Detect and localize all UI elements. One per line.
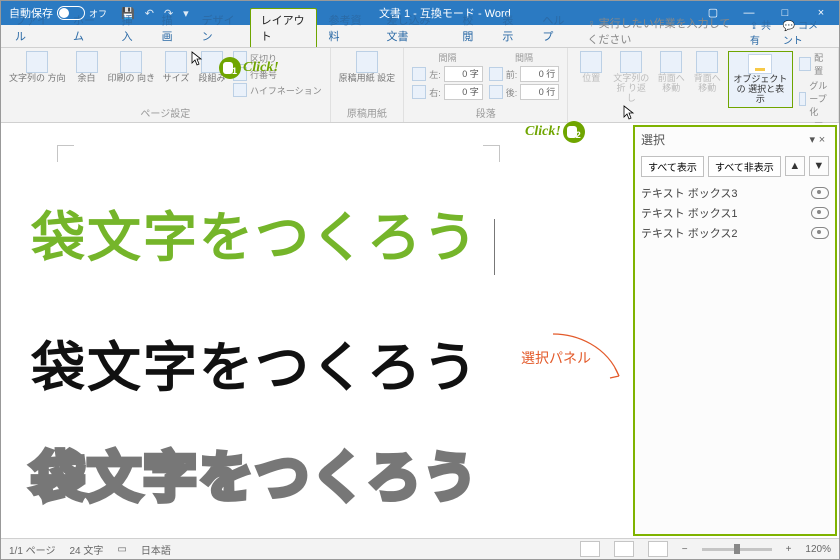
group-paragraph: 間隔 左:0 字 右:0 字 間隔 前:0 行 後:0 行 段落 [404,48,568,122]
tab-references[interactable]: 参考資料 [319,9,375,47]
comments-button[interactable]: 💬 コメント [783,17,827,47]
hyphenation-button[interactable]: ハイフネーション [233,83,322,97]
group-manuscript-paper: 原稿用紙 設定 原稿用紙 [331,48,405,122]
tab-mailings[interactable]: 差し込み文書 [376,9,450,47]
zoom-slider[interactable] [702,548,772,551]
ribbon-tabs: ファイル ホーム 挿入 描画 デザイン レイアウト 参考資料 差し込み文書 校閲… [1,25,839,48]
margin-corner-icon [483,145,500,162]
zoom-in-icon[interactable]: + [786,544,792,555]
selection-pane: 選択 ▾ × すべて表示 すべて非表示 ▲ ▼ テキスト ボックス3 テキスト … [633,125,837,536]
manuscript-paper-button[interactable]: 原稿用紙 設定 [339,51,396,84]
group-arrange: 位置 文字列の折 り返し 前面へ 移動 背面へ 移動 オブジェクトの 選択と表示… [568,48,839,122]
word-count[interactable]: 24 文字 [69,542,103,557]
bring-forward-button: 前面へ 移動 [656,51,686,94]
visibility-icon[interactable] [811,187,829,199]
selection-pane-button[interactable]: オブジェクトの 選択と表示 [728,51,792,108]
spacing-header: 間隔 [489,51,560,64]
wordart-black[interactable]: 袋文字をつくろう [31,323,479,402]
margin-corner-icon [57,145,74,162]
reorder-down-icon[interactable]: ▼ [809,156,829,176]
text-cursor [494,219,495,275]
annotation-click-1: 1 Click! [219,57,279,79]
mouse-icon: 1 [219,57,241,79]
panel-title: 選択 [641,131,809,148]
tab-layout[interactable]: レイアウト [250,8,317,47]
visibility-icon[interactable] [811,207,829,219]
document-area[interactable]: 袋文字をつくろう 袋文字をつくろう 袋文字をつくろう 選択パネル [1,123,633,538]
position-button: 位置 [576,51,606,84]
wordart-green[interactable]: 袋文字をつくろう [31,193,479,272]
share-button[interactable]: ⇪ 共有 [750,17,775,47]
send-backward-button: 背面へ 移動 [692,51,722,94]
print-layout-icon[interactable] [614,541,634,557]
margins-button[interactable]: 余白 [72,51,102,84]
tab-draw[interactable]: 描画 [152,9,190,47]
reorder-up-icon[interactable]: ▲ [785,156,805,176]
hide-all-button[interactable]: すべて非表示 [708,156,781,177]
wrap-text-button: 文字列の折 り返し [612,51,650,104]
size-button[interactable]: サイズ [161,51,191,84]
web-layout-icon[interactable] [648,541,668,557]
orientation-button[interactable]: 印刷の 向き [108,51,156,84]
ribbon: 文字列の 方向 余白 印刷の 向き サイズ 段組み 区切り 行番号 ハイフネーシ… [1,48,839,123]
group-page-setup: 文字列の 方向 余白 印刷の 向き サイズ 段組み 区切り 行番号 ハイフネーシ… [1,48,331,122]
indent-header: 間隔 [412,51,483,64]
show-all-button[interactable]: すべて表示 [641,156,704,177]
list-item[interactable]: テキスト ボックス2 [641,223,829,243]
align-button: 配置 [799,51,830,77]
tab-view[interactable]: 表示 [492,9,530,47]
tab-review[interactable]: 校閲 [452,9,490,47]
autosave-toggle[interactable] [57,6,85,20]
indent-right[interactable]: 右:0 字 [412,84,483,100]
text-direction-button[interactable]: 文字列の 方向 [9,51,66,84]
list-item[interactable]: テキスト ボックス1 [641,203,829,223]
tab-help[interactable]: ヘルプ [532,9,579,47]
annotation-label: 選択パネル [521,348,591,368]
list-item[interactable]: テキスト ボックス3 [641,183,829,203]
cursor-icon [191,51,203,67]
proofing-icon[interactable]: ▭ [117,544,126,555]
wordart-outline[interactable]: 袋文字をつくろう [31,433,479,512]
spacing-before[interactable]: 前:0 行 [489,66,560,82]
tab-file[interactable]: ファイル [5,9,61,47]
status-bar: 1/1 ページ 24 文字 ▭ 日本語 − + 120% [1,538,839,559]
group-button: グループ化 [799,79,830,118]
zoom-level[interactable]: 120% [805,544,831,555]
tell-me-search[interactable]: ♀ 実行したい作業を入力してください [581,15,746,47]
cursor-icon [623,105,635,121]
zoom-out-icon[interactable]: − [682,544,688,555]
read-mode-icon[interactable] [580,541,600,557]
spacing-after[interactable]: 後:0 行 [489,84,560,100]
language-indicator[interactable]: 日本語 [141,542,171,557]
tab-insert[interactable]: 挿入 [112,9,150,47]
tab-design[interactable]: デザイン [192,9,248,47]
page-indicator[interactable]: 1/1 ページ [9,542,55,557]
selection-pane-icon [748,54,772,74]
indent-left[interactable]: 左:0 字 [412,66,483,82]
visibility-icon[interactable] [811,227,829,239]
panel-close-icon[interactable]: × [815,134,829,146]
